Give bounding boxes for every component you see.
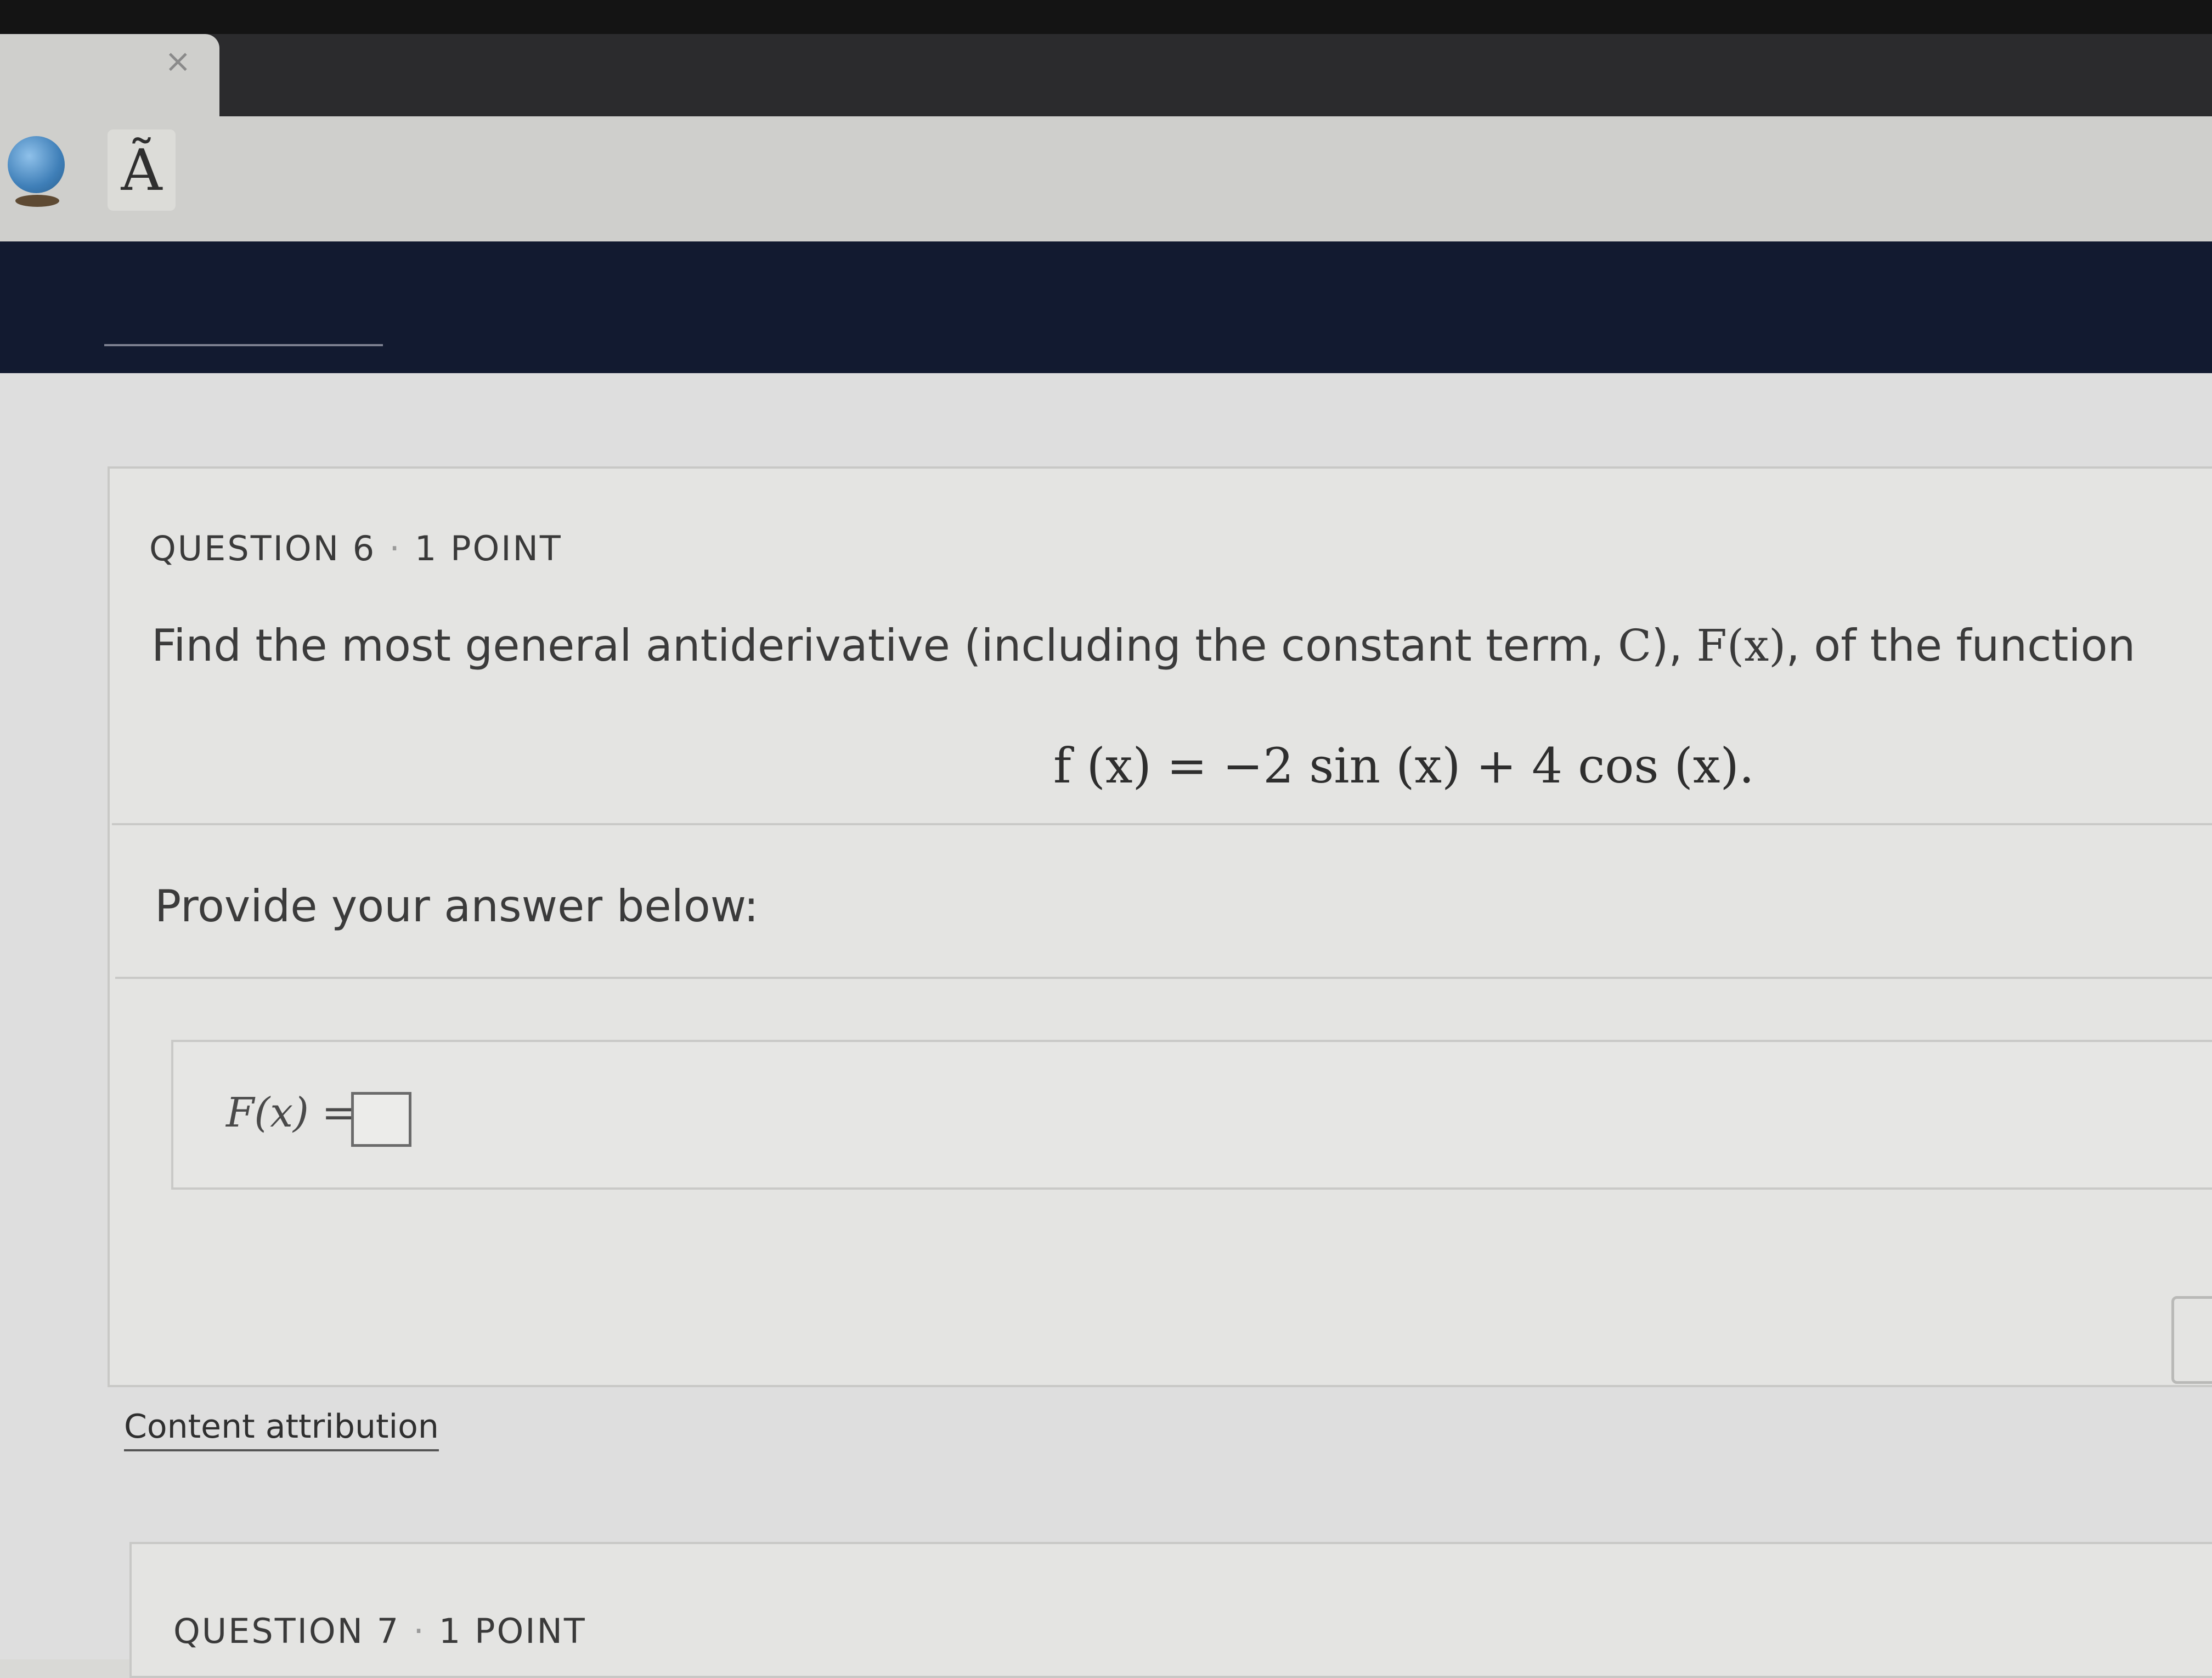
function-equation: f (x) = −2 sin (x) + 4 cos (x). [1053,737,1754,794]
content-attribution-link[interactable]: Content attribution [124,1407,439,1451]
prompt-constant: C [1618,620,1652,671]
question-header: QUESTION 6 · 1 POINT [149,528,562,568]
screen-bezel [0,0,2212,34]
side-panel-button[interactable] [2171,1296,2212,1384]
globe-icon[interactable] [8,136,65,193]
answer-instruction: Provide your answer below: [155,881,759,932]
section-divider [115,977,2212,979]
header-separator: · [389,528,402,568]
question-prompt: Find the most general antiderivative (in… [151,620,2181,671]
reader-view-icon[interactable]: Ã [108,129,176,211]
question-number: QUESTION 6 [149,528,376,568]
answer-lhs: F(x) = [226,1089,356,1136]
question-card [129,1542,2212,1678]
question-number: QUESTION 7 [173,1611,400,1651]
site-header [0,241,2212,373]
browser-toolbar [0,116,2212,245]
section-divider [112,823,2212,825]
tab-strip [0,34,2212,116]
question-points: 1 POINT [438,1611,586,1651]
prompt-text-end: , of the function [1786,620,2136,671]
answer-input[interactable] [351,1092,411,1147]
prompt-text-mid: ), [1651,620,1697,671]
prompt-text-start: Find the most general antiderivative (in… [151,620,1618,671]
prompt-antiderivative: F(x) [1696,620,1786,671]
active-nav-indicator [104,344,383,346]
close-icon[interactable]: × [165,45,191,77]
answer-area [171,1040,2212,1190]
header-separator: · [413,1611,426,1651]
question-points: 1 POINT [414,528,562,568]
globe-stand [15,195,59,207]
question-header: QUESTION 7 · 1 POINT [173,1611,586,1651]
